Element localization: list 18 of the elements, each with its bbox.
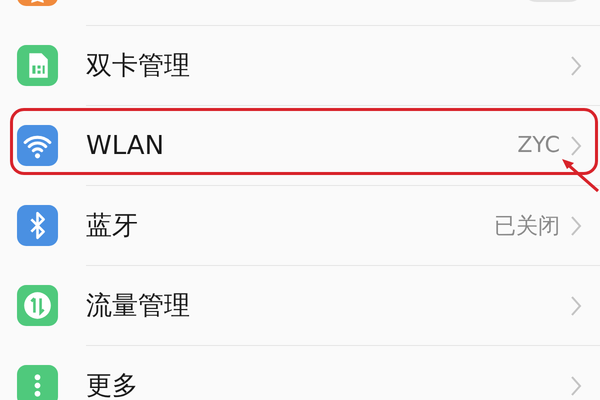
annotation-arrow [560, 157, 600, 193]
chevron-icon [570, 134, 582, 156]
chevron-icon [570, 294, 582, 316]
setting-label: 双卡管理 [86, 50, 190, 83]
settings-row[interactable]: 更多 [0, 345, 600, 400]
setting-value: 已关闭 [494, 212, 560, 240]
settings-row[interactable]: 流量管理 [0, 265, 600, 345]
setting-value: ZYC [517, 133, 560, 158]
settings-row[interactable]: 蓝牙 已关闭 [0, 185, 600, 265]
settings-row[interactable]: WLAN ZYC [0, 105, 600, 185]
chevron-icon [570, 214, 582, 236]
settings-row[interactable]: 双卡管理 [0, 25, 600, 105]
setting-label: 更多 [86, 370, 138, 400]
chevron-icon [570, 54, 582, 76]
setting-label: 流量管理 [86, 290, 190, 323]
setting-label: WLAN [86, 130, 164, 160]
setting-label: 蓝牙 [86, 210, 138, 243]
chevron-icon [570, 374, 582, 396]
